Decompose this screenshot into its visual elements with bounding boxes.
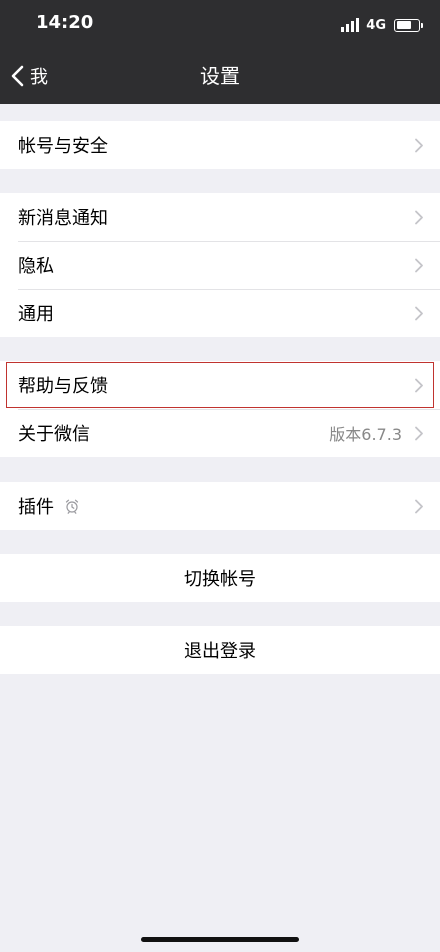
settings-group-general: 新消息通知 隐私 通用 — [0, 193, 440, 337]
chevron-left-icon — [11, 65, 24, 87]
version-label: 版本6.7.3 — [329, 425, 402, 444]
navigation-bar: 设置 我 — [0, 48, 440, 104]
cell-label: 插件 — [18, 497, 54, 518]
cell-account-security[interactable]: 帐号与安全 — [0, 121, 440, 169]
back-label: 我 — [30, 67, 48, 88]
chevron-right-icon — [415, 499, 423, 514]
cell-label: 帮助与反馈 — [18, 376, 108, 397]
chevron-right-icon — [415, 258, 423, 273]
cell-label: 新消息通知 — [18, 208, 108, 229]
switch-account-group: 切换帐号 — [0, 554, 440, 602]
battery-fill — [396, 21, 412, 29]
cell-label: 帐号与安全 — [18, 136, 108, 157]
switch-account-label: 切换帐号 — [184, 569, 256, 590]
cell-label: 关于微信 — [18, 424, 90, 445]
cell-label: 通用 — [18, 304, 54, 325]
logout-label: 退出登录 — [184, 641, 256, 662]
status-time: 14:20 — [36, 12, 94, 33]
logout-group: 退出登录 — [0, 626, 440, 674]
settings-group-account: 帐号与安全 — [0, 121, 440, 169]
signal-icon — [341, 18, 360, 32]
settings-group-help: 帮助与反馈 关于微信 版本6.7.3 — [0, 361, 440, 457]
plugin-alarm-icon — [65, 499, 79, 514]
back-button[interactable]: 我 — [10, 48, 48, 104]
cell-plugins[interactable]: 插件 — [0, 482, 440, 530]
chevron-right-icon — [415, 378, 423, 393]
logout-button[interactable]: 退出登录 — [0, 626, 440, 674]
chevron-right-icon — [415, 306, 423, 321]
cell-privacy[interactable]: 隐私 — [0, 241, 440, 289]
cell-new-message-notification[interactable]: 新消息通知 — [0, 193, 440, 241]
cell-about-wechat[interactable]: 关于微信 版本6.7.3 — [0, 409, 440, 457]
cell-label: 隐私 — [18, 256, 54, 277]
battery-icon — [394, 18, 423, 32]
cell-help-feedback[interactable]: 帮助与反馈 — [0, 361, 440, 409]
chevron-right-icon — [415, 138, 423, 153]
status-indicators: 4G — [341, 16, 423, 34]
network-type: 4G — [366, 17, 386, 33]
page-title: 设置 — [200, 64, 240, 88]
settings-group-plugins: 插件 — [0, 482, 440, 530]
status-bar: 14:20 4G — [0, 0, 440, 48]
home-indicator[interactable] — [141, 937, 299, 942]
chevron-right-icon — [415, 426, 423, 441]
switch-account-button[interactable]: 切换帐号 — [0, 554, 440, 602]
cell-general[interactable]: 通用 — [0, 289, 440, 337]
chevron-right-icon — [415, 210, 423, 225]
